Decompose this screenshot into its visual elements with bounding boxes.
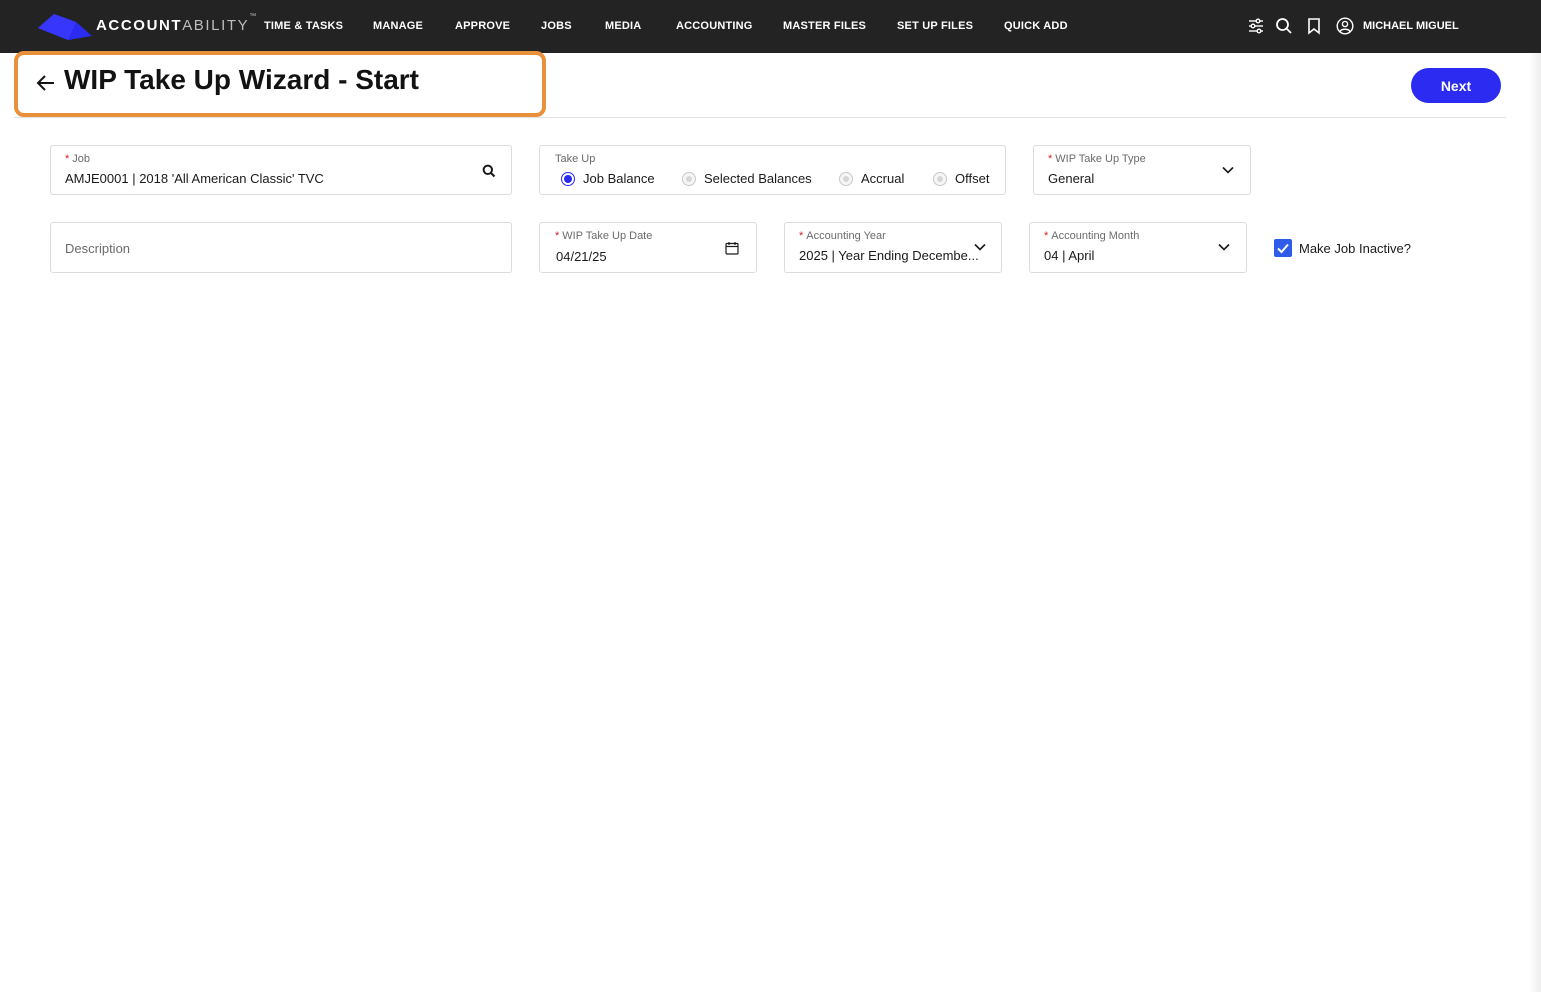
next-button[interactable]: Next [1411, 68, 1501, 103]
search-icon[interactable] [1275, 17, 1293, 35]
calendar-icon[interactable] [725, 241, 739, 255]
job-field[interactable]: * Job AMJE0001 | 2018 'All American Class… [50, 145, 512, 195]
nav-jobs[interactable]: JOBS [541, 20, 572, 32]
accounting-year-select[interactable]: * Accounting Year 2025 | Year Ending Dece… [784, 222, 1002, 273]
take-up-label: Take Up [555, 153, 596, 165]
make-job-inactive-checkbox[interactable] [1274, 239, 1292, 257]
right-edge-shadow [1529, 53, 1541, 992]
brand-name: ACCOUNTABILITY™ [96, 13, 257, 34]
wip-take-up-type-select[interactable]: * WIP Take Up Type General [1033, 145, 1251, 195]
wip-type-label: * WIP Take Up Type [1048, 153, 1146, 165]
wip-type-value: General [1048, 171, 1095, 186]
job-label: * Job [65, 153, 91, 165]
wip-take-up-date-field[interactable]: * WIP Take Up Date 04/21/25 [539, 222, 757, 273]
accounting-year-label: * Accounting Year [799, 230, 886, 242]
make-job-inactive-label[interactable]: Make Job Inactive? [1299, 241, 1411, 256]
nav-quick-add[interactable]: QUICK ADD [1004, 20, 1068, 32]
filter-sliders-icon[interactable] [1247, 17, 1265, 35]
bookmark-icon[interactable] [1305, 17, 1323, 35]
job-value: AMJE0001 | 2018 'All American Classic' T… [65, 171, 324, 186]
chevron-down-icon [1222, 166, 1234, 174]
accountability-logo-icon[interactable] [38, 12, 92, 42]
nav-time-and-tasks[interactable]: TIME & TASKS [264, 20, 343, 32]
accounting-month-select[interactable]: * Accounting Month 04 | April [1029, 222, 1247, 273]
nav-accounting[interactable]: ACCOUNTING [676, 20, 753, 32]
nav-set-up-files[interactable]: SET UP FILES [897, 20, 973, 32]
header-divider [14, 117, 1506, 118]
page-title: WIP Take Up Wizard - Start [64, 64, 419, 95]
wip-date-value: 04/21/25 [556, 249, 607, 264]
chevron-down-icon [974, 243, 986, 251]
wip-date-label: * WIP Take Up Date [555, 230, 653, 242]
nav-media[interactable]: MEDIA [605, 20, 641, 32]
checkmark-icon [1277, 243, 1289, 254]
search-icon[interactable] [482, 164, 496, 178]
description-placeholder: Description [65, 241, 131, 256]
accounting-month-label: * Accounting Month [1044, 230, 1140, 242]
nav-approve[interactable]: APPROVE [455, 20, 510, 32]
top-navigation-bar: ACCOUNTABILITY™ TIME & TASKS MANAGE APPR… [0, 0, 1541, 53]
take-up-group: Take Up Job Balance Selected Balances Ac… [539, 145, 1006, 195]
accounting-year-value: 2025 | Year Ending Decembe... [799, 248, 979, 263]
chevron-down-icon [1218, 243, 1230, 251]
description-input[interactable]: Description [50, 222, 512, 273]
nav-master-files[interactable]: MASTER FILES [783, 20, 866, 32]
accounting-month-value: 04 | April [1044, 248, 1095, 263]
nav-manage[interactable]: MANAGE [373, 20, 423, 32]
user-avatar-icon[interactable] [1336, 17, 1354, 35]
back-arrow-icon[interactable] [36, 73, 56, 93]
user-name[interactable]: MICHAEL MIGUEL [1363, 20, 1459, 32]
